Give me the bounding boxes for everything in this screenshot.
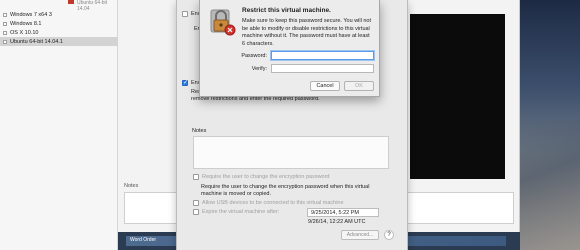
vm-label: Windows 8.1 (10, 20, 42, 27)
expire-utc-note: 9/26/14, 12:22 AM UTC (308, 219, 366, 225)
wallpaper-mountains (520, 120, 580, 250)
restrict-checkbox[interactable] (182, 79, 188, 86)
password-label: Password: (241, 53, 267, 59)
cancel-button[interactable]: Cancel (310, 81, 340, 91)
vm-preview-screen (410, 14, 505, 179)
vm-thumbnail (68, 0, 74, 4)
vm-label: Windows 7 x64 3 (10, 11, 52, 18)
vm-label: Ubuntu 64-bit 14.04.1 (10, 38, 63, 45)
lock-icon (210, 9, 236, 36)
dock-label: Word Order (130, 237, 157, 243)
allow-usb-checkbox[interactable] (193, 200, 199, 206)
encrypt-checkbox[interactable] (182, 11, 188, 17)
vm-list-item-selected[interactable]: Ubuntu 64-bit 14.04.1 (0, 37, 118, 46)
expire-date-field[interactable]: 9/25/2014, 5:22 PM (307, 208, 379, 217)
library-notes-label: Notes (124, 183, 139, 189)
dialog-title: Restrict this virtual machine. (242, 7, 331, 14)
vm-label: OS X 10.10 (10, 29, 39, 36)
sheet-notes-field[interactable] (193, 136, 389, 169)
vm-library-sidebar: Ubuntu 64-bit 14.04 Windows 7 x64 3 Wind… (0, 0, 118, 250)
require-change-label: Require the user to change the encryptio… (202, 174, 330, 180)
restrict-password-dialog: Restrict this virtual machine. Make sure… (199, 0, 380, 97)
vm-checkbox[interactable] (3, 12, 7, 17)
expire-checkbox[interactable] (193, 209, 199, 215)
ok-button[interactable]: OK (344, 81, 374, 91)
verify-label: Verify: (251, 66, 267, 72)
vm-checkbox[interactable] (3, 39, 7, 44)
allow-usb-label: Allow USB devices to be connected to thi… (202, 200, 344, 206)
vm-list-item[interactable]: OS X 10.10 (0, 28, 118, 37)
require-change-desc: Require the user to change the encryptio… (201, 184, 370, 197)
help-button[interactable]: ? (384, 230, 394, 240)
dialog-message: Make sure to keep this password secure. … (242, 18, 372, 47)
password-field[interactable] (271, 51, 374, 60)
vm-list-item[interactable]: Windows 7 x64 3 (0, 10, 118, 19)
vm-list-item[interactable]: Windows 8.1 (0, 19, 118, 28)
verify-field[interactable] (271, 64, 374, 73)
vm-checkbox[interactable] (3, 30, 7, 35)
expire-label: Expire the virtual machine after: (202, 209, 280, 215)
sheet-notes-label: Notes (192, 128, 207, 134)
require-change-checkbox[interactable] (193, 174, 199, 180)
advanced-button[interactable]: Advanced... (341, 230, 379, 240)
vm-checkbox[interactable] (3, 21, 7, 26)
